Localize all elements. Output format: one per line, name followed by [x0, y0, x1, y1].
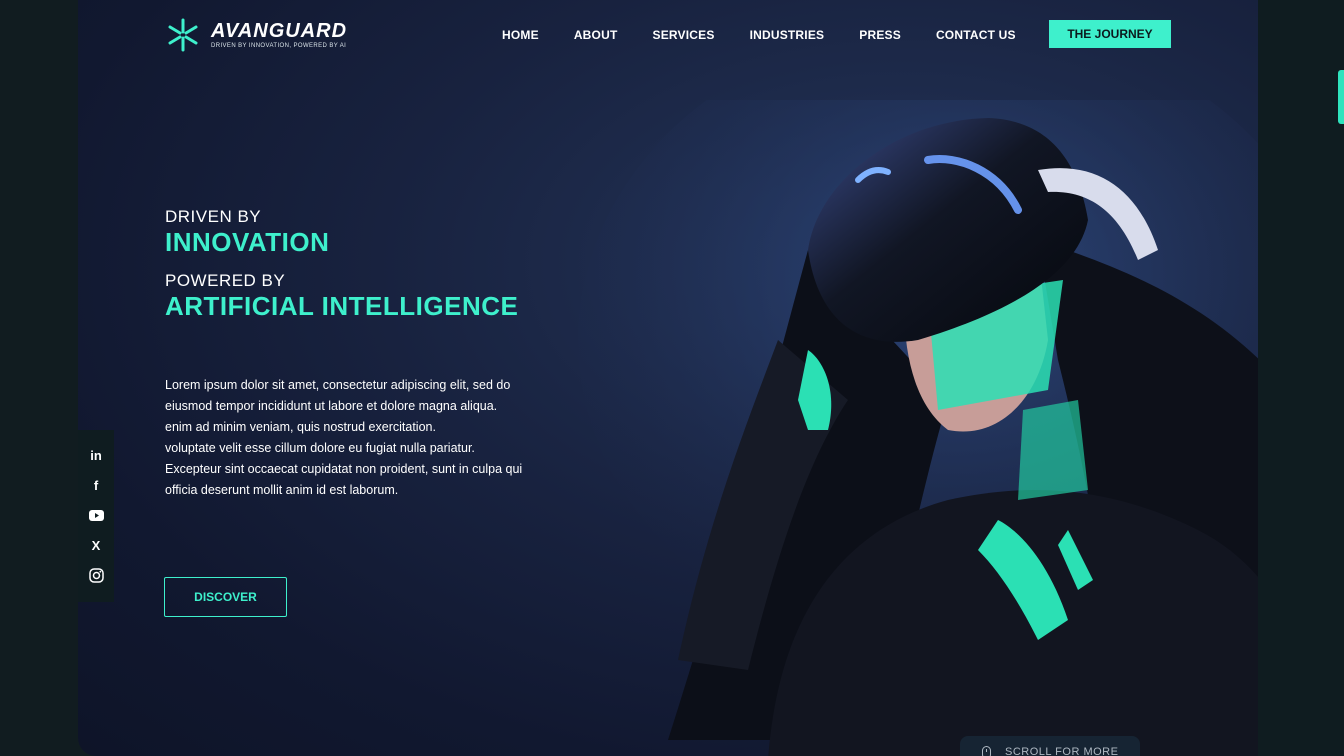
nav-contact-us[interactable]: CONTACT US [936, 28, 1016, 42]
headline-powered-by: POWERED BY [165, 271, 286, 290]
scroll-label: SCROLL FOR MORE [1005, 746, 1119, 756]
brand-logo[interactable]: AVANGUARD DRIVEN BY INNOVATION, POWERED … [165, 17, 347, 53]
hero-description-line: officia deserunt mollit anim id est labo… [165, 483, 399, 497]
main-nav: HOME ABOUT SERVICES INDUSTRIES PRESS CON… [502, 28, 1016, 42]
linkedin-icon[interactable]: in [87, 446, 105, 464]
page: AVANGUARD DRIVEN BY INNOVATION, POWERED … [0, 0, 1344, 756]
hero-description-line: eiusmod tempor incididunt ut labore et d… [165, 399, 498, 413]
right-edge-strip [1258, 0, 1344, 756]
hero-description-line: enim ad minim veniam, quis nostrud exerc… [165, 420, 436, 434]
headline-artificial-intelligence: ARTIFICIAL INTELLIGENCE [165, 291, 519, 321]
logo-text: AVANGUARD DRIVEN BY INNOVATION, POWERED … [211, 21, 347, 49]
nav-about[interactable]: ABOUT [574, 28, 618, 42]
logo-star-icon [168, 18, 198, 52]
scroll-for-more[interactable]: SCROLL FOR MORE [960, 736, 1140, 756]
brand-tagline: DRIVEN BY INNOVATION, POWERED BY AI [211, 43, 347, 49]
right-accent-bar [1338, 70, 1344, 124]
hero-description-line: Lorem ipsum dolor sit amet, consectetur … [165, 378, 511, 392]
nav-home[interactable]: HOME [502, 28, 539, 42]
hero-vr-illustration [578, 100, 1258, 756]
youtube-icon[interactable] [87, 506, 105, 524]
nav-services[interactable]: SERVICES [652, 28, 714, 42]
headline-driven-by: DRIVEN BY [165, 207, 262, 226]
x-icon[interactable]: X [87, 536, 105, 554]
facebook-icon[interactable]: f [87, 476, 105, 494]
mouse-icon [982, 746, 991, 756]
the-journey-button[interactable]: THE JOURNEY [1049, 20, 1171, 48]
hero-description-line: Excepteur sint occaecat cupidatat non pr… [165, 462, 523, 476]
brand-name: AVANGUARD [211, 20, 348, 42]
hero-description: Lorem ipsum dolor sit amet, consectetur … [165, 375, 565, 501]
hero-description-line: voluptate velit esse cillum dolore eu fu… [165, 441, 475, 455]
instagram-icon[interactable] [87, 566, 105, 584]
nav-press[interactable]: PRESS [859, 28, 901, 42]
headline-innovation: INNOVATION [165, 227, 330, 257]
social-bar: in f X [78, 430, 114, 602]
nav-industries[interactable]: INDUSTRIES [750, 28, 825, 42]
discover-button[interactable]: DISCOVER [164, 577, 287, 617]
